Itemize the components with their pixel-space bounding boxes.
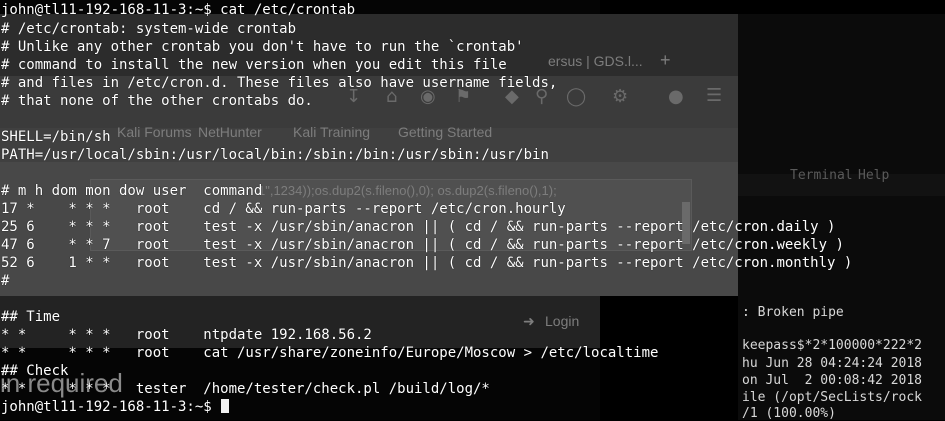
terminal-line: 17 * * * * root cd / && run-parts --repo… [1, 201, 566, 217]
terminal-line: # that none of the other crontabs do. [1, 93, 313, 109]
terminal-prompt-line[interactable]: john@tl11-192-168-11-3:~$ [1, 398, 230, 416]
terminal-line: # Unlike any other crontab you don't hav… [1, 39, 524, 55]
terminal-line: # command to install the new version whe… [1, 57, 507, 73]
terminal-line: SHELL=/bin/sh [1, 129, 111, 145]
terminal-line: 47 6 * * 7 root test -x /usr/sbin/anacro… [1, 237, 844, 253]
terminal-cursor [221, 399, 230, 413]
terminal-line: # m h dom mon dow user command [1, 183, 263, 199]
terminal-line: * * * * * tester /home/tester/check.pl /… [1, 381, 490, 397]
terminal-line: PATH=/usr/local/sbin:/usr/local/bin:/sbi… [1, 147, 549, 163]
terminal-line: 52 6 1 * * root test -x /usr/sbin/anacro… [1, 255, 853, 271]
terminal-line: * * * * * root ntpdate 192.168.56.2 [1, 327, 372, 343]
terminal-line: john@tl11-192-168-11-3:~$ cat /etc/cront… [1, 2, 356, 18]
terminal-line: ## Time [1, 309, 61, 325]
terminal-line: ## Check [1, 363, 69, 379]
terminal-line: # and files in /etc/cron.d. These files … [1, 75, 558, 91]
terminal-window[interactable]: john@tl11-192-168-11-3:~$ cat /etc/cront… [0, 0, 945, 420]
terminal-line: * * * * * root cat /usr/share/zoneinfo/E… [1, 345, 659, 361]
terminal-line: 25 6 * * * root test -x /usr/sbin/anacro… [1, 219, 836, 235]
terminal-line: # [1, 273, 10, 289]
terminal-line: # /etc/crontab: system-wide crontab [1, 21, 297, 37]
terminal-prompt: john@tl11-192-168-11-3:~$ [1, 399, 221, 415]
